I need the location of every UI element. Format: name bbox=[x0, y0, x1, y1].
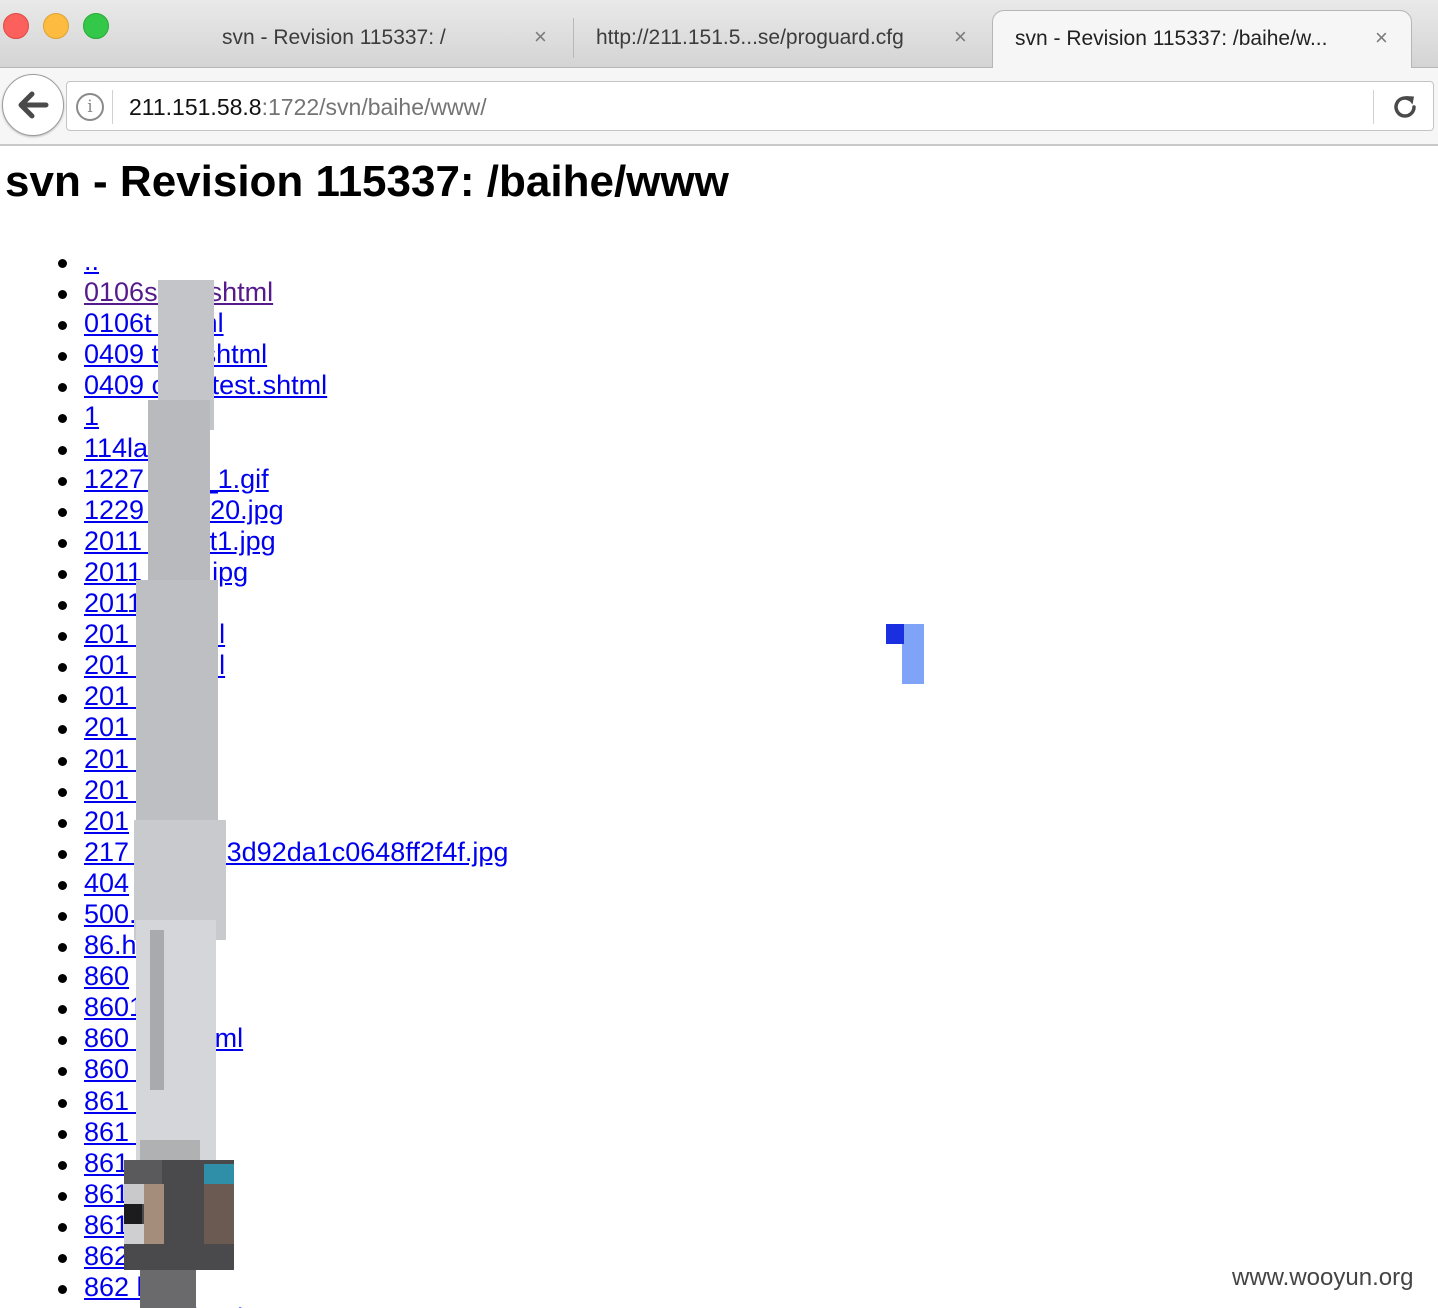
list-item: 0409 ode_test.shtml bbox=[0, 370, 508, 401]
list-item: .. bbox=[0, 246, 508, 277]
list-item: 201 1.jpg bbox=[0, 681, 508, 712]
cursor-artifact-icon bbox=[886, 624, 924, 684]
list-item: 201 2.jpg bbox=[0, 744, 508, 775]
tab-close-icon[interactable]: × bbox=[1375, 25, 1388, 51]
list-item: 201 02.html bbox=[0, 650, 508, 681]
list-item: 860 bbox=[0, 961, 508, 992]
list-item: 1227 aihe_1.gif bbox=[0, 464, 508, 495]
list-item: 860 new.html bbox=[0, 1023, 508, 1054]
list-item: 8601 tml bbox=[0, 992, 508, 1023]
list-item: 2011 bbox=[0, 588, 508, 619]
tab-proguard-cfg[interactable]: http://211.151.5...se/proguard.cfg × bbox=[574, 10, 984, 68]
list-item: 1 bbox=[0, 401, 508, 432]
redaction-overlay bbox=[124, 280, 234, 1308]
close-window-button[interactable] bbox=[3, 13, 29, 39]
list-item: 500.ht bbox=[0, 899, 508, 930]
list-item: 1229 60x120.jpg bbox=[0, 495, 508, 526]
list-item: 114la bbox=[0, 433, 508, 464]
reload-button[interactable] bbox=[1389, 91, 1421, 123]
tab-baihe-www[interactable]: svn - Revision 115337: /baihe/w... × bbox=[992, 10, 1412, 68]
list-item: 201 03.jpg bbox=[0, 775, 508, 806]
tab-close-icon[interactable]: × bbox=[954, 24, 967, 50]
list-item: 86.h bbox=[0, 930, 508, 961]
reload-icon bbox=[1394, 96, 1416, 118]
url-bar[interactable]: i 211.151.58.8:1722/svn/baihe/www/ bbox=[66, 81, 1434, 131]
list-item: 217 44026d3d92da1c0648ff2f4f.jpg bbox=[0, 837, 508, 868]
list-item: 201 bbox=[0, 806, 508, 837]
tab-title: svn - Revision 115337: /baihe/w... bbox=[1015, 27, 1328, 50]
list-item: 2011 _blty.jpg bbox=[0, 557, 508, 588]
url-text[interactable]: 211.151.58.8:1722/svn/baihe/www/ bbox=[129, 92, 487, 122]
list-item: 0106t shtml bbox=[0, 308, 508, 339]
list-item: 861 ml bbox=[0, 1086, 508, 1117]
list-item: 0106s est.shtml bbox=[0, 277, 508, 308]
list-item: 862 new.html bbox=[0, 1303, 508, 1308]
list-item: 201 01.html bbox=[0, 619, 508, 650]
list-item: 862 html bbox=[0, 1272, 508, 1303]
page-title: svn - Revision 115337: /baihe/www bbox=[5, 157, 729, 206]
url-path: :1722/svn/baihe/www/ bbox=[261, 94, 487, 120]
tab-title: svn - Revision 115337: / bbox=[222, 26, 446, 49]
zoom-window-button[interactable] bbox=[83, 13, 109, 39]
list-item: 862 bbox=[0, 1241, 508, 1272]
file-link[interactable]: 1 bbox=[84, 401, 99, 431]
navigation-bar: i 211.151.58.8:1722/svn/baihe/www/ bbox=[0, 68, 1438, 146]
list-item: 201 1.jpg bbox=[0, 712, 508, 743]
url-divider bbox=[1373, 90, 1374, 124]
list-item: 861 ml bbox=[0, 1117, 508, 1148]
list-item: 2011 _bhdt1.jpg bbox=[0, 526, 508, 557]
list-item: 860 w.html bbox=[0, 1054, 508, 1085]
url-host: 211.151.58.8 bbox=[129, 94, 262, 120]
minimize-window-button[interactable] bbox=[43, 13, 69, 39]
list-item: 0409 test.shtml bbox=[0, 339, 508, 370]
tab-title: http://211.151.5...se/proguard.cfg bbox=[596, 26, 904, 49]
list-item: 404 bbox=[0, 868, 508, 899]
list-item: 861 w.html bbox=[0, 1148, 508, 1179]
back-button[interactable] bbox=[2, 74, 64, 136]
back-arrow-icon bbox=[18, 91, 49, 119]
tab-svn-root[interactable]: svn - Revision 115337: / × bbox=[190, 10, 570, 68]
info-icon[interactable]: i bbox=[76, 93, 104, 121]
list-item: 861 html bbox=[0, 1210, 508, 1241]
tab-close-icon[interactable]: × bbox=[534, 24, 547, 50]
title-bar: svn - Revision 115337: / × http://211.15… bbox=[0, 0, 1438, 68]
file-link[interactable]: .. bbox=[84, 246, 99, 276]
list-item: 861 ml bbox=[0, 1179, 508, 1210]
watermark: www.wooyun.org bbox=[1232, 1264, 1414, 1291]
file-listing: ..0106s est.shtml0106t shtml0409 test.sh… bbox=[0, 246, 508, 1308]
url-divider bbox=[112, 90, 113, 124]
